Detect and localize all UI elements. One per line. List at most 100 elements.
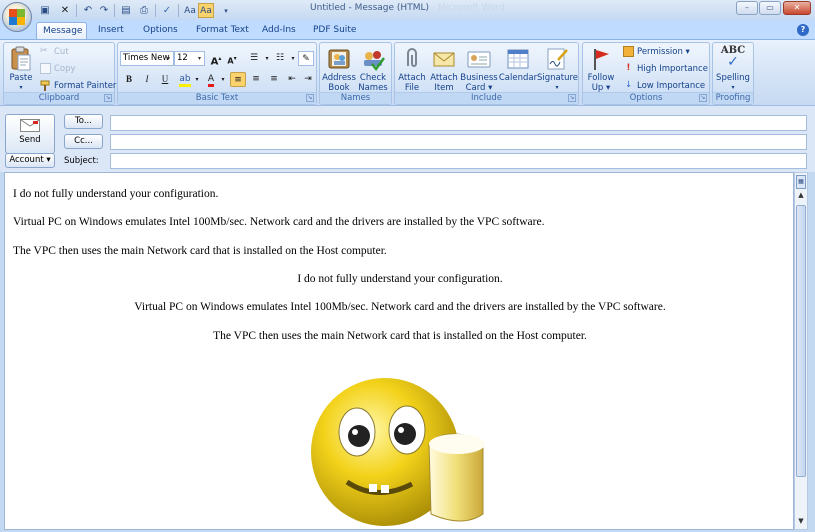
styles-icon[interactable]: ✎ — [298, 51, 314, 66]
envelope-icon — [431, 46, 457, 72]
window-title-app: Microsoft Word — [437, 3, 505, 13]
vertical-scrollbar[interactable]: ▦ ▲ ▼ — [794, 172, 808, 530]
business-card-button[interactable]: Business Card ▾ — [460, 44, 498, 93]
send-button[interactable]: Send — [5, 114, 55, 154]
body-paragraph: The VPC then uses the main Network card … — [13, 245, 387, 257]
include-group: Attach File Attach Item Business Card ▾ … — [394, 42, 579, 105]
basic-text-launcher-icon[interactable]: ↘ — [306, 94, 314, 102]
highlight-dropdown-icon[interactable]: ▾ — [193, 72, 201, 87]
clipboard-launcher-icon[interactable]: ↘ — [104, 94, 112, 102]
low-importance-label: Low Importance — [637, 81, 706, 91]
restore-button[interactable]: ▭ — [759, 1, 781, 15]
calendar-button[interactable]: Calendar — [498, 44, 538, 83]
calendar-label: Calendar — [498, 73, 538, 83]
font-size-select[interactable]: 12 ▾ — [174, 51, 205, 66]
underline-button[interactable]: U — [157, 72, 173, 87]
chevron-down-icon: ▾ — [166, 55, 170, 62]
business-card-label-1: Business — [460, 73, 498, 83]
font-color-icon[interactable]: A — [203, 72, 219, 87]
proofing-group-label: Proofing — [713, 92, 753, 104]
attach-item-button[interactable]: Attach Item — [428, 44, 460, 93]
high-importance-icon: ! — [626, 63, 631, 73]
office-logo-icon — [9, 9, 25, 25]
attach-item-label-1: Attach — [430, 73, 458, 83]
bullets-icon[interactable]: ☰ — [246, 51, 262, 66]
check-names-button[interactable]: Check Names — [356, 44, 390, 93]
numbering-dropdown-icon[interactable]: ▾ — [288, 51, 298, 66]
scroll-up-icon[interactable]: ▲ — [797, 191, 805, 199]
body-paragraph: Virtual PC on Windows emulates Intel 100… — [13, 216, 545, 228]
flag-icon — [588, 46, 614, 72]
tab-message[interactable]: Message — [36, 22, 87, 40]
body-paragraph-centered: Virtual PC on Windows emulates Intel 100… — [134, 301, 666, 313]
message-header: Send To... Cc... Account ▾ Subject: — [0, 106, 815, 172]
tab-format-text[interactable]: Format Text — [190, 22, 255, 40]
outlook-message-window: ▣ ✕ ↶ ↷ ▤ ⎙ ✓ Aa Aa ▾ Untitled - Message… — [0, 0, 815, 532]
window-title-suffix: - Microsoft Word — [429, 3, 505, 13]
check-names-icon — [360, 46, 386, 72]
copy-button[interactable]: Copy — [40, 62, 76, 77]
signature-button[interactable]: Signature ▾ — [537, 44, 578, 93]
business-card-icon — [466, 46, 492, 72]
to-field[interactable] — [110, 115, 807, 131]
tab-insert[interactable]: Insert — [92, 22, 130, 40]
font-name-select[interactable]: Times New ▾ — [120, 51, 174, 66]
cc-button[interactable]: Cc... — [64, 134, 103, 149]
attach-file-button[interactable]: Attach File — [396, 44, 428, 93]
tab-pdf-suite[interactable]: PDF Suite — [307, 22, 362, 40]
minimize-button[interactable]: – — [736, 1, 758, 15]
italic-button[interactable]: I — [139, 72, 155, 87]
office-button[interactable] — [2, 2, 32, 32]
message-body[interactable]: I do not fully understand your configura… — [4, 172, 794, 530]
shrink-font-icon[interactable]: A▾ — [224, 51, 240, 66]
font-color-dropdown-icon[interactable]: ▾ — [219, 72, 227, 87]
scrollbar-thumb[interactable] — [796, 205, 806, 477]
tab-options[interactable]: Options — [137, 22, 184, 40]
grow-font-icon[interactable]: A▴ — [208, 51, 224, 67]
bold-button[interactable]: B — [121, 72, 137, 87]
address-book-button[interactable]: Address Book — [322, 44, 356, 93]
ribbon-tabs: Message Insert Options Format Text Add-I… — [0, 20, 815, 40]
help-icon[interactable]: ? — [797, 24, 809, 36]
cut-label: Cut — [54, 47, 69, 57]
increase-indent-icon[interactable]: ⇥ — [300, 72, 316, 87]
address-book-icon — [326, 46, 352, 72]
cc-field[interactable] — [110, 134, 807, 150]
permission-icon — [623, 46, 634, 57]
ribbon: Paste ▾ ✂ Cut Copy Format Painter Clipboa… — [0, 39, 815, 106]
follow-up-button[interactable]: Follow Up ▾ — [584, 44, 618, 93]
account-button[interactable]: Account ▾ — [5, 153, 55, 168]
check-names-label-1: Check — [359, 73, 387, 83]
permission-button[interactable]: Permission ▾ — [623, 45, 690, 60]
clipboard-group: Paste ▾ ✂ Cut Copy Format Painter Clipboa… — [3, 42, 116, 105]
decrease-indent-icon[interactable]: ⇤ — [284, 72, 300, 87]
tab-add-ins[interactable]: Add-Ins — [256, 22, 302, 40]
options-launcher-icon[interactable]: ↘ — [699, 94, 707, 102]
include-launcher-icon[interactable]: ↘ — [568, 94, 576, 102]
high-importance-button[interactable]: ! High Importance — [623, 62, 708, 77]
close-button[interactable]: ✕ — [783, 1, 811, 15]
options-group-label: Options — [583, 92, 709, 104]
bullets-dropdown-icon[interactable]: ▾ — [262, 51, 272, 66]
cut-button[interactable]: ✂ Cut — [40, 45, 69, 60]
spelling-button[interactable]: ABC ✓ Spelling ▾ — [714, 44, 752, 93]
scroll-down-icon[interactable]: ▼ — [797, 517, 805, 525]
send-label: Send — [19, 135, 41, 145]
names-group-label: Names — [320, 92, 391, 104]
align-left-icon[interactable]: ≡ — [230, 72, 246, 87]
spelling-icon: ABC ✓ — [720, 46, 746, 72]
to-button[interactable]: To... — [64, 114, 103, 129]
align-right-icon[interactable]: ≡ — [266, 72, 282, 87]
paste-button[interactable]: Paste ▾ — [6, 44, 36, 93]
numbering-icon[interactable]: ☷ — [272, 51, 288, 66]
clipboard-group-label: Clipboard — [4, 92, 114, 104]
paste-label: Paste — [9, 73, 33, 83]
subject-label: Subject: — [64, 156, 99, 166]
ruler-icon[interactable]: ▦ — [796, 175, 806, 189]
align-center-icon[interactable]: ≡ — [248, 72, 264, 87]
subject-field[interactable] — [110, 153, 807, 169]
basic-text-group: Times New ▾ 12 ▾ A▴ A▾ ☰ ▾ ☷ ▾ ✎ B I U ab … — [117, 42, 317, 105]
font-size-value: 12 — [177, 53, 188, 63]
paperclip-icon — [399, 46, 425, 72]
highlight-icon[interactable]: ab — [177, 72, 193, 87]
